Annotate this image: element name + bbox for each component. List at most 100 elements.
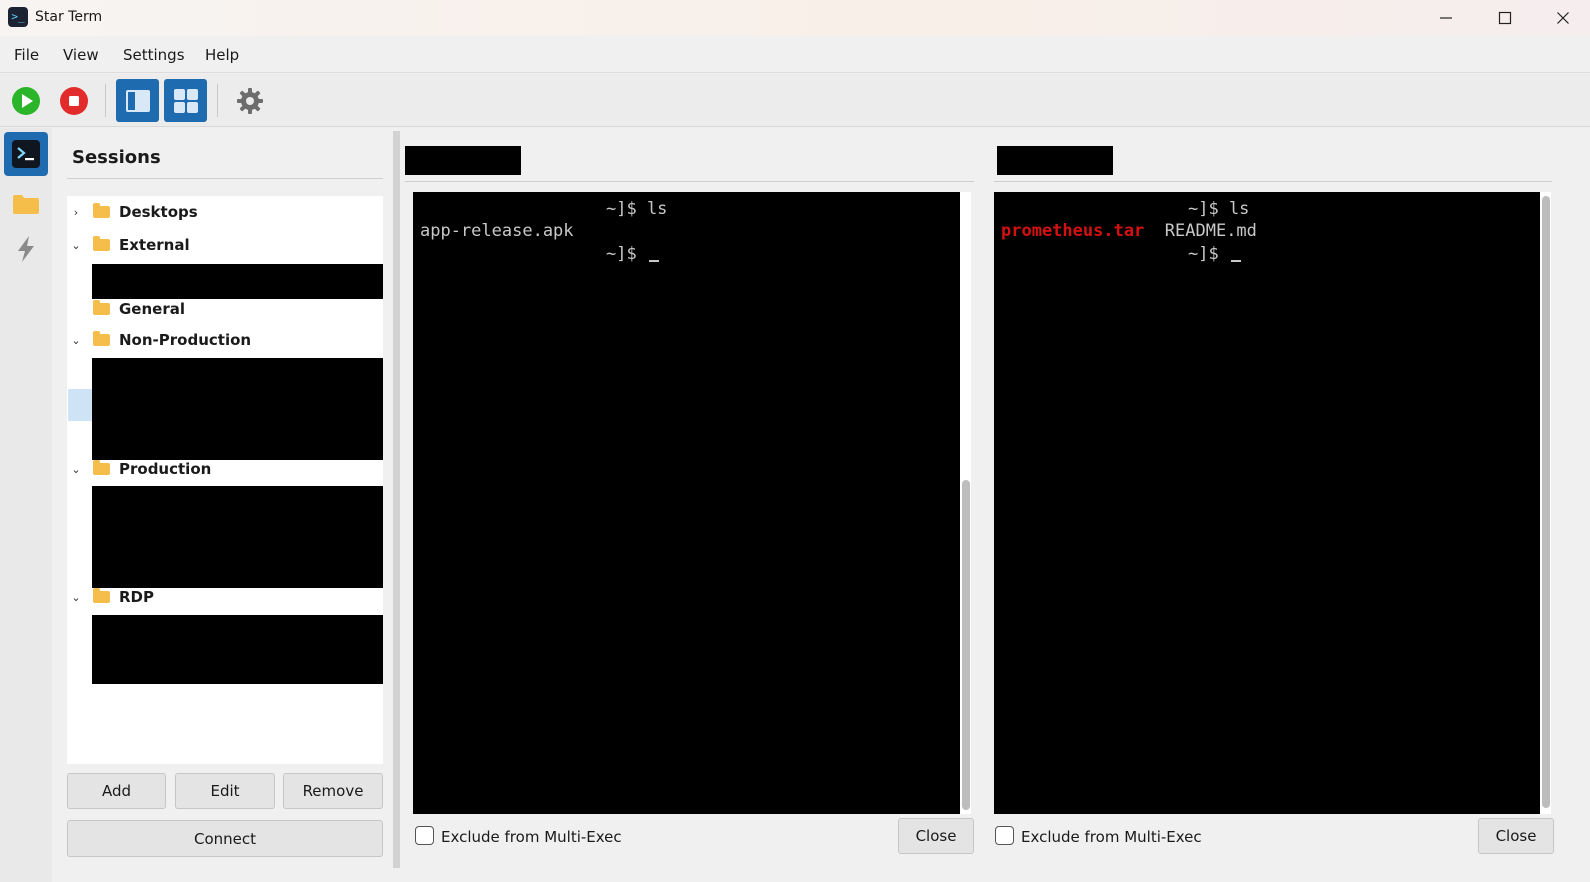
maximize-button[interactable] bbox=[1476, 0, 1534, 36]
play-icon bbox=[11, 86, 40, 115]
tree-group-rdp[interactable]: ⌄ RDP bbox=[67, 583, 383, 611]
menu-bar: File View Settings Help bbox=[0, 36, 1590, 73]
divider bbox=[67, 178, 383, 179]
activity-quick[interactable] bbox=[4, 227, 48, 271]
sessions-title: Sessions bbox=[72, 147, 161, 168]
terminal-line: ~]$ ls bbox=[606, 199, 668, 219]
terminal-scrollbar[interactable] bbox=[1540, 192, 1551, 814]
menu-view[interactable]: View bbox=[63, 46, 99, 64]
folder-icon bbox=[93, 236, 110, 251]
window-title: Star Term bbox=[35, 9, 103, 25]
menu-file[interactable]: File bbox=[14, 46, 39, 64]
folder-icon bbox=[93, 331, 110, 346]
selection-highlight bbox=[68, 389, 93, 421]
exclude-multi-exec-checkbox[interactable] bbox=[995, 826, 1014, 845]
terminal-pane-1: ~]$ ls app-release.apk ~]$ Exclude from … bbox=[405, 128, 985, 882]
folder-icon bbox=[93, 588, 110, 603]
tree-group-general[interactable]: General bbox=[67, 295, 383, 323]
terminal-tab-redacted[interactable] bbox=[405, 146, 521, 175]
group-label: Production bbox=[119, 460, 212, 478]
terminal-tab-redacted[interactable] bbox=[997, 146, 1113, 175]
edit-session-button[interactable]: Edit bbox=[175, 773, 275, 809]
close-terminal-button[interactable]: Close bbox=[1478, 818, 1554, 854]
close-window-button[interactable] bbox=[1534, 0, 1590, 36]
terminal-cursor bbox=[1230, 260, 1241, 262]
activity-terminal[interactable] bbox=[4, 132, 48, 176]
lightning-icon bbox=[18, 236, 34, 262]
gear-icon bbox=[236, 87, 263, 114]
folder-icon bbox=[13, 195, 39, 214]
divider bbox=[994, 181, 1552, 182]
stop-button[interactable] bbox=[52, 79, 95, 122]
redacted-session[interactable] bbox=[92, 615, 383, 684]
sidebar-layout-button[interactable] bbox=[116, 79, 159, 122]
scrollbar-thumb[interactable] bbox=[962, 480, 970, 810]
terminal-output[interactable]: ~]$ ls prometheus.tar README.md ~]$ bbox=[994, 192, 1540, 814]
tree-group-production[interactable]: ⌄ Production bbox=[67, 455, 383, 483]
terminal-prompt: ~]$ bbox=[1188, 244, 1229, 264]
panel-splitter[interactable] bbox=[393, 131, 400, 868]
terminal-prompt-line: ~]$ bbox=[606, 244, 659, 264]
toolbar-separator bbox=[105, 84, 106, 117]
toolbar bbox=[0, 74, 1590, 127]
chevron-down-icon[interactable]: ⌄ bbox=[70, 334, 82, 347]
add-session-button[interactable]: Add bbox=[67, 773, 166, 809]
filename: README.md bbox=[1164, 221, 1257, 241]
minimize-icon bbox=[1440, 17, 1452, 19]
archive-filename: prometheus.tar bbox=[1001, 221, 1145, 241]
grid-layout-icon bbox=[173, 88, 198, 113]
minimize-button[interactable] bbox=[1417, 0, 1475, 36]
redacted-session[interactable] bbox=[92, 486, 383, 588]
connect-button[interactable]: Connect bbox=[67, 820, 383, 857]
menu-help[interactable]: Help bbox=[205, 46, 239, 64]
terminal-line: app-release.apk bbox=[420, 221, 574, 241]
divider bbox=[405, 181, 974, 182]
run-button[interactable] bbox=[4, 79, 47, 122]
close-terminal-button[interactable]: Close bbox=[898, 818, 974, 854]
exclude-multi-exec-label[interactable]: Exclude from Multi-Exec bbox=[441, 828, 622, 846]
terminal-line: ~]$ ls bbox=[1188, 199, 1250, 219]
terminal-cursor bbox=[648, 260, 659, 262]
redacted-session[interactable] bbox=[92, 264, 383, 299]
group-label: General bbox=[119, 300, 185, 318]
activity-files[interactable] bbox=[4, 182, 48, 226]
folder-icon bbox=[93, 460, 110, 475]
grid-layout-button[interactable] bbox=[164, 79, 207, 122]
folder-icon bbox=[93, 300, 110, 315]
terminal-icon: >_ bbox=[8, 7, 28, 27]
terminal-pane-2: ~]$ ls prometheus.tar README.md ~]$ Excl… bbox=[987, 128, 1567, 882]
chevron-down-icon[interactable]: ⌄ bbox=[70, 239, 82, 252]
terminal-icon bbox=[12, 140, 40, 168]
redacted-session[interactable] bbox=[92, 358, 383, 460]
folder-icon bbox=[93, 203, 110, 218]
maximize-icon bbox=[1498, 11, 1512, 25]
terminal-prompt-line: ~]$ bbox=[1188, 244, 1241, 264]
chevron-down-icon[interactable]: ⌄ bbox=[70, 463, 82, 476]
stop-icon bbox=[59, 86, 88, 115]
tree-group-desktops[interactable]: › Desktops bbox=[67, 198, 383, 226]
group-label: RDP bbox=[119, 588, 154, 606]
exclude-multi-exec-checkbox[interactable] bbox=[415, 826, 434, 845]
group-label: Non-Production bbox=[119, 331, 252, 349]
terminal-output[interactable]: ~]$ ls app-release.apk ~]$ bbox=[413, 192, 960, 814]
remove-session-button[interactable]: Remove bbox=[283, 773, 383, 809]
tree-group-external[interactable]: ⌄ External bbox=[67, 231, 383, 259]
sidebar-layout-icon bbox=[125, 89, 150, 112]
close-icon bbox=[1557, 12, 1569, 24]
menu-settings[interactable]: Settings bbox=[123, 46, 185, 64]
toolbar-separator bbox=[217, 84, 218, 117]
settings-button[interactable] bbox=[228, 79, 271, 122]
exclude-multi-exec-label[interactable]: Exclude from Multi-Exec bbox=[1021, 828, 1202, 846]
activity-bar bbox=[0, 128, 52, 882]
chevron-right-icon[interactable]: › bbox=[70, 206, 82, 219]
chevron-down-icon[interactable]: ⌄ bbox=[70, 591, 82, 604]
scrollbar-thumb[interactable] bbox=[1542, 196, 1550, 808]
session-tree: › Desktops ⌄ External General ⌄ Non-Prod… bbox=[67, 196, 383, 764]
group-label: External bbox=[119, 236, 190, 254]
terminal-line: prometheus.tar README.md bbox=[1001, 221, 1257, 241]
terminal-scrollbar[interactable] bbox=[960, 192, 971, 814]
sessions-panel: Sessions › Desktops ⌄ External General ⌄… bbox=[53, 128, 393, 882]
tree-group-non-production[interactable]: ⌄ Non-Production bbox=[67, 326, 383, 354]
terminal-prompt: ~]$ bbox=[606, 244, 647, 264]
title-bar: >_ Star Term bbox=[0, 0, 1590, 36]
